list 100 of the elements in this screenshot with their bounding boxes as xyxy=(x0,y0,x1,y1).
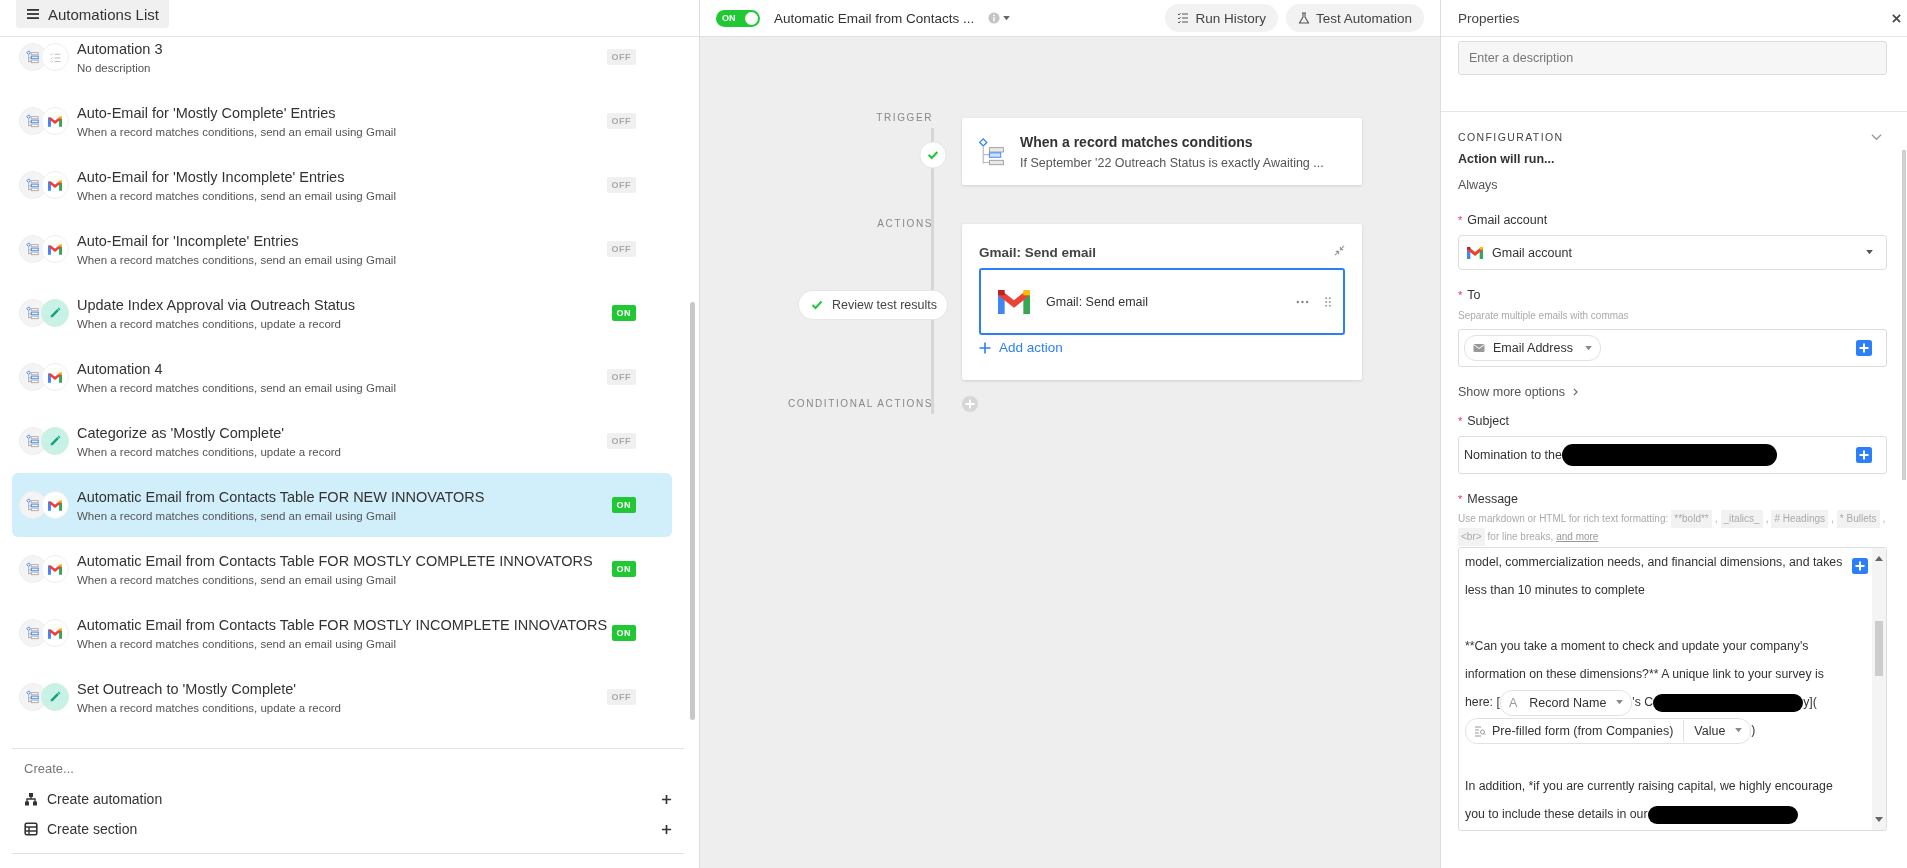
message-text: ) xyxy=(1751,723,1756,737)
automation-list-item[interactable]: Auto-Email for 'Mostly Complete' Entries When a record matches conditions, send an email using Gmail OFF xyxy=(12,89,672,153)
test-automation-button[interactable]: Test Automation xyxy=(1285,4,1424,32)
hint-text: , xyxy=(1714,512,1718,526)
create-menu-item[interactable]: Create automation xyxy=(12,784,684,814)
gmail-icon xyxy=(41,107,69,135)
create-menu-item[interactable]: Create section xyxy=(12,814,684,844)
automation-description: When a record matches conditions, send an email using Gmail xyxy=(77,637,397,650)
field-label: Gmail account xyxy=(1467,213,1548,227)
caret-icon xyxy=(1584,345,1592,351)
automation-name: Automatic Email from Contacts Table FOR MOSTLY COMPLETE INNOVATORS xyxy=(77,552,594,569)
automation-name: Automatic Email from Contacts Table FOR NEW INNOVATORS xyxy=(77,488,486,505)
email-address-token[interactable]: Email Address xyxy=(1464,335,1601,361)
automation-list-item[interactable]: Automation 4 When a record matches conditions, send an email using Gmail OFF xyxy=(12,345,672,409)
scrollbar-thumb[interactable] xyxy=(1875,621,1883,676)
automation-name: Automatic Email from Contacts Table FOR MOSTLY INCOMPLETE INNOVATORS xyxy=(77,616,609,633)
gmail-icon xyxy=(41,363,69,391)
hint-text: , xyxy=(1882,512,1886,526)
automation-list-item[interactable]: Categorize as 'Mostly Complete' When a record matches conditions, update a record OFF xyxy=(12,409,672,473)
automation-description: When a record matches conditions, update a record xyxy=(77,445,342,458)
plus-icon xyxy=(661,823,672,835)
automation-description: When a record matches conditions, update a record xyxy=(77,317,342,330)
add-action-link[interactable]: Add action xyxy=(979,340,1063,355)
message-text: In addition, *if you are currently raising capital, we highly encourage xyxy=(1465,778,1833,795)
action-group-title: Gmail: Send email xyxy=(979,245,1097,260)
required-mark: * xyxy=(1458,214,1463,226)
chevron-right-icon xyxy=(1573,388,1578,396)
automation-list-item[interactable]: Automatic Email from Contacts Table FOR NEW INNOVATORS When a record matches conditions, send an email using Gmail ON xyxy=(12,473,672,537)
insert-field-icon[interactable] xyxy=(1852,558,1868,574)
scrollbar-thumb[interactable] xyxy=(1902,150,1906,480)
action-item[interactable]: Gmail: Send email xyxy=(979,268,1345,335)
flask-icon xyxy=(1297,12,1310,24)
automation-description: When a record matches conditions, update a record xyxy=(77,701,342,714)
trigger-icon xyxy=(978,135,1006,168)
automation-name: Auto-Email for 'Mostly Incomplete' Entries xyxy=(77,168,346,185)
checklist-icon xyxy=(41,43,69,71)
insert-field-icon[interactable] xyxy=(1856,447,1872,463)
gmail-account-select[interactable]: Gmail account xyxy=(1458,235,1887,270)
trigger-title: When a record matches conditions xyxy=(1020,133,1254,150)
run-history-button[interactable]: Run History xyxy=(1165,4,1278,32)
field-label: To xyxy=(1467,288,1481,302)
hint-text: , xyxy=(1831,512,1834,526)
message-field[interactable] xyxy=(1458,547,1887,831)
collapse-icon[interactable] xyxy=(1334,245,1345,256)
more-icon[interactable] xyxy=(1296,299,1309,304)
caret-icon xyxy=(1616,700,1624,706)
pencil-icon xyxy=(41,299,69,327)
description-field[interactable]: Enter a description xyxy=(1458,41,1887,75)
caret-icon xyxy=(1866,250,1873,255)
automation-description: When a record matches conditions, send an email using Gmail xyxy=(77,573,397,586)
lookup-icon xyxy=(1474,724,1486,737)
automation-list-item[interactable]: Automatic Email from Contacts Table FOR MOSTLY COMPLETE INNOVATORS When a record matches conditions, send an email using Gmail ON xyxy=(12,537,672,601)
markdown-example: * Bullets xyxy=(1836,510,1880,528)
lookup-field-token[interactable]: Pre-filled form (from Companies) Value xyxy=(1465,717,1752,744)
automations-list-button[interactable]: Automations List xyxy=(16,0,169,28)
message-text: **Can you take a moment to check and update your company's xyxy=(1465,638,1809,655)
required-mark: * xyxy=(1458,289,1463,301)
automation-list-item[interactable]: Auto-Email for 'Incomplete' Entries When a record matches conditions, send an email using Gmail OFF xyxy=(12,217,672,281)
gmail-icon xyxy=(41,619,69,647)
scroll-down-icon[interactable] xyxy=(1875,817,1883,822)
chevron-down-icon[interactable] xyxy=(1871,133,1882,141)
checklist-icon xyxy=(1177,12,1190,24)
caret-icon[interactable] xyxy=(1003,15,1011,21)
record-name-token[interactable]: A Record Name xyxy=(1499,689,1633,716)
automation-name: Auto-Email for 'Incomplete' Entries xyxy=(77,232,300,249)
run-condition-label: Action will run... xyxy=(1458,152,1556,166)
drag-handle-icon[interactable] xyxy=(1325,296,1331,307)
automation-description: When a record matches conditions, send an email using Gmail xyxy=(77,381,397,394)
show-more-options-link[interactable]: Show more options xyxy=(1458,385,1578,399)
review-test-results-button[interactable]: Review test results xyxy=(799,291,947,319)
subject-field[interactable]: Nomination to the xyxy=(1458,436,1887,474)
scroll-up-icon[interactable] xyxy=(1875,556,1883,561)
gmail-icon xyxy=(1467,246,1483,259)
trigger-card[interactable]: When a record matches conditions If September '22 Outreach Status is exactly Awaiting ... xyxy=(962,118,1362,185)
automation-name: Update Index Approval via Outreach Status xyxy=(77,296,357,313)
menu-icon xyxy=(26,7,40,21)
automation-list-item[interactable]: Automation 3 No description OFF xyxy=(12,37,672,89)
automation-list-item[interactable]: Update Index Approval via Outreach Status When a record matches conditions, update a record ON xyxy=(12,281,672,345)
automation-name: Automation 3 xyxy=(77,40,164,57)
message-text: y]( xyxy=(1803,695,1817,709)
recipient-field[interactable]: Email Address xyxy=(1458,329,1887,367)
automation-description: When a record matches conditions, send an email using Gmail xyxy=(77,125,397,138)
automation-title[interactable]: Automatic Email from Contacts ... xyxy=(774,10,975,26)
hint-text: Use markdown or HTML for rich text formatting: xyxy=(1458,512,1669,526)
automation-list-item[interactable]: Auto-Email for 'Mostly Incomplete' Entries When a record matches conditions, send an email using Gmail OFF xyxy=(12,153,672,217)
field-hint: Separate multiple emails with commas xyxy=(1458,310,1630,321)
message-scrollbar[interactable] xyxy=(1872,548,1886,830)
close-icon[interactable] xyxy=(1892,13,1901,23)
markdown-example: _italics_ xyxy=(1720,510,1763,528)
trigger-condition: If September '22 Outreach Status is exactly Awaiting ... xyxy=(1020,155,1324,170)
insert-field-icon[interactable] xyxy=(1856,340,1872,356)
scrollbar-thumb[interactable] xyxy=(690,302,695,720)
gmail-icon xyxy=(41,235,69,263)
automation-list-item[interactable]: Set Outreach to 'Mostly Complete' When a record matches conditions, update a record OFF xyxy=(12,665,672,729)
automation-list-item[interactable]: Automatic Email from Contacts Table FOR MOSTLY INCOMPLETE INNOVATORS When a record matches conditions, send an email using Gmail ON xyxy=(12,601,672,665)
required-mark: * xyxy=(1458,493,1463,505)
plus-icon xyxy=(661,793,672,805)
message-text: information on these dimensions?** A unique link to your survey is xyxy=(1465,666,1824,683)
automation-description: When a record matches conditions, send an email using Gmail xyxy=(77,253,397,266)
markdown-example: # Headings xyxy=(1771,510,1829,528)
